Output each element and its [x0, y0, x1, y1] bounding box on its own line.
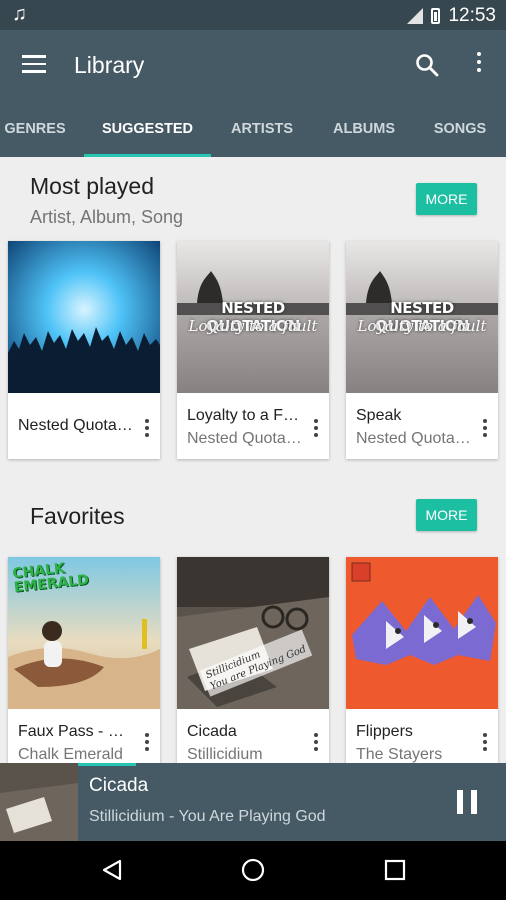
- album-art-text: Loyalty to a fault: [357, 317, 487, 335]
- album-card[interactable]: Stillicidium You are Playing God Cicada S…: [177, 557, 329, 763]
- section-subtitle: Artist, Album, Song: [30, 207, 184, 227]
- album-artist: Nested Quotation: [187, 430, 305, 447]
- recents-icon[interactable]: [384, 859, 406, 881]
- now-playing-title: Cicada: [89, 775, 149, 796]
- tab-bar: Genres Suggested Artists Albums Songs: [0, 100, 506, 157]
- album-art: NESTED QUOTATION Loyalty to a fault: [346, 241, 498, 393]
- album-card[interactable]: CHALKEMERALD Faux Pass - Goodbye Chalk E…: [8, 557, 160, 763]
- now-playing-subtitle: Stillicidium - You Are Playing God: [89, 808, 326, 825]
- album-title: Nested Quotation: [18, 417, 136, 434]
- playback-progress[interactable]: [78, 763, 136, 766]
- now-playing-art[interactable]: [0, 763, 78, 841]
- album-title: Loyalty to a Fault: [187, 407, 305, 424]
- page-title: Library: [74, 52, 145, 78]
- search-icon[interactable]: [414, 52, 440, 78]
- music-note-icon: ♫: [12, 3, 27, 25]
- song-artist: Chalk Emerald: [18, 746, 123, 763]
- album-art: [8, 241, 160, 393]
- album-art: NESTED QUOTATION Loyalty to a fault: [177, 241, 329, 393]
- signal-icon: [407, 8, 424, 24]
- song-title: Flippers: [356, 723, 413, 740]
- more-button-most-played[interactable]: More: [416, 183, 477, 215]
- album-card[interactable]: NESTED QUOTATION Loyalty to a fault Spea…: [346, 241, 498, 459]
- section-title-favorites: Favorites: [30, 503, 125, 529]
- tab-albums[interactable]: Albums: [322, 100, 406, 157]
- song-artist: Nested Quotation: [356, 430, 474, 447]
- menu-icon[interactable]: [22, 55, 46, 73]
- album-card[interactable]: Flippers The Stayers: [346, 557, 498, 763]
- more-vert-icon[interactable]: [469, 52, 489, 78]
- song-artist: Stillicidium: [187, 746, 263, 763]
- status-bar: ♫ 12:53: [0, 0, 506, 30]
- song-title: Faux Pass - Goodbye: [18, 723, 136, 740]
- status-time: 12:53: [448, 5, 496, 26]
- song-title: Cicada: [187, 723, 237, 740]
- album-card[interactable]: NESTED QUOTATION Loyalty to a fault Loya…: [177, 241, 329, 459]
- pause-icon[interactable]: [457, 790, 477, 814]
- battery-icon: [431, 8, 441, 24]
- album-art: [346, 557, 498, 709]
- library-content[interactable]: Most played Artist, Album, Song More Nes…: [0, 157, 506, 763]
- tab-artists[interactable]: Artists: [222, 100, 302, 157]
- album-card[interactable]: Nested Quotation: [8, 241, 160, 459]
- more-vert-icon[interactable]: [313, 733, 319, 751]
- album-art-text: Loyalty to a fault: [188, 317, 318, 335]
- more-vert-icon[interactable]: [313, 419, 319, 437]
- more-button-favorites[interactable]: More: [416, 499, 477, 531]
- more-vert-icon[interactable]: [144, 419, 150, 437]
- navigation-bar: [0, 841, 506, 900]
- tab-suggested[interactable]: Suggested: [84, 100, 211, 157]
- album-art: Stillicidium You are Playing God: [177, 557, 329, 709]
- section-title-most-played: Most played: [30, 173, 155, 199]
- now-playing-bar[interactable]: Cicada Stillicidium - You Are Playing Go…: [0, 763, 506, 841]
- more-vert-icon[interactable]: [482, 733, 488, 751]
- song-title: Speak: [356, 407, 402, 424]
- album-art: CHALK EMERALD: [8, 557, 160, 709]
- song-artist: The Stayers: [356, 746, 443, 763]
- back-icon[interactable]: [100, 858, 124, 882]
- more-vert-icon[interactable]: [144, 733, 150, 751]
- tab-genres[interactable]: Genres: [0, 100, 70, 157]
- more-vert-icon[interactable]: [482, 419, 488, 437]
- tab-songs[interactable]: Songs: [424, 100, 496, 157]
- app-bar: Library: [0, 30, 506, 100]
- home-icon[interactable]: [241, 858, 265, 882]
